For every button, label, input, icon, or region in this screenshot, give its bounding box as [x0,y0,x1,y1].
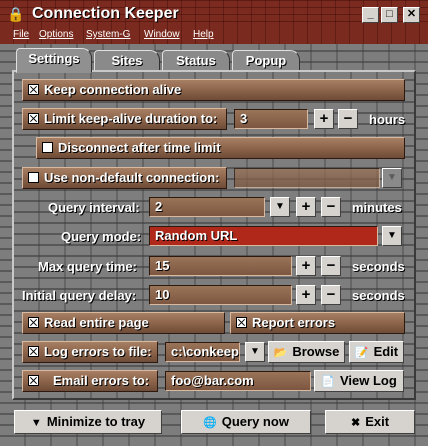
increment-hours-button[interactable]: + [314,109,334,129]
query-now-button[interactable]: 🌐 Query now [181,410,311,434]
email-address-input[interactable]: foo@bar.com [165,371,311,391]
non-default-connection-label: Use non-default connection: [44,170,220,185]
disconnect-after-checkbox[interactable]: Disconnect after time limit [36,137,405,159]
window-title: Connection Keeper [32,5,179,22]
read-entire-page-label: Read entire page [44,315,149,330]
edit-button[interactable]: 📝 Edit [349,341,404,363]
arrow-down-icon: ▼ [30,417,42,429]
increment-delay-button[interactable]: + [296,285,316,305]
lock-icon: 🔒 [7,6,25,22]
email-errors-label: Email errors to: [53,373,150,388]
browse-label: Browse [292,344,340,359]
browse-button[interactable]: 📂 Browse [268,341,345,363]
checkbox-mark [28,113,39,124]
report-errors-checkbox[interactable]: Report errors [230,312,405,334]
keep-alive-checkbox[interactable]: Keep connection alive [22,79,405,101]
email-errors-checkbox[interactable]: Email errors to: [22,370,158,392]
delay-seconds-unit-label: seconds [352,288,405,303]
increment-max-time-button[interactable]: + [296,256,316,276]
query-interval-label: Query interval: [48,200,140,215]
keep-alive-label: Keep connection alive [44,82,182,97]
report-errors-label: Report errors [252,315,336,330]
connection-select[interactable] [234,168,380,188]
tab-sites[interactable]: Sites [94,50,160,72]
view-log-icon: 📄 [321,376,335,388]
checkbox-mark [42,142,53,153]
edit-label: Edit [373,344,399,359]
keepalive-hours-input[interactable]: 3 [234,109,308,129]
hours-unit-label: hours [369,112,406,127]
decrement-hours-button[interactable]: − [338,109,358,129]
globe-icon: 🌐 [203,417,217,429]
max-query-time-input[interactable]: 15 [149,256,292,276]
close-window-button[interactable]: ✕ [403,7,420,23]
checkbox-mark [28,172,39,183]
checkbox-mark [28,84,39,95]
maximize-window-button[interactable]: □ [381,7,398,23]
disconnect-after-label: Disconnect after time limit [58,140,221,155]
query-mode-dropdown-arrow-icon[interactable]: ▼ [382,226,402,246]
non-default-connection-checkbox[interactable]: Use non-default connection: [22,167,227,189]
seconds-unit-label: seconds [352,259,405,274]
query-interval-dropdown-arrow-icon[interactable]: ▼ [270,197,290,217]
log-file-input[interactable]: c:\conkeep [165,342,240,362]
minimize-to-tray-button[interactable]: ▼ Minimize to tray [14,410,162,434]
query-mode-label: Query mode: [61,229,142,244]
menu-system-g[interactable]: System-G [86,29,130,40]
checkbox-mark [28,317,39,328]
query-interval-input[interactable]: 2 [149,197,265,217]
exit-label: Exit [365,414,390,429]
limit-keepalive-label: Limit keep-alive duration to: [44,111,218,126]
decrement-max-time-button[interactable]: − [321,256,341,276]
checkbox-mark [28,375,39,386]
initial-delay-label: Initial query delay: [22,288,137,303]
checkbox-mark [236,317,247,328]
limit-keepalive-checkbox[interactable]: Limit keep-alive duration to: [22,108,227,130]
menu-window[interactable]: Window [144,29,180,40]
checkbox-mark [28,346,39,357]
view-log-label: View Log [339,373,397,388]
menu-options[interactable]: Options [39,29,73,40]
tab-status[interactable]: Status [162,50,230,72]
log-errors-checkbox[interactable]: Log errors to file: [22,341,158,363]
connection-dropdown-arrow-icon[interactable]: ▼ [382,168,402,188]
query-now-label: Query now [221,414,289,429]
edit-icon: 📝 [354,347,369,359]
initial-delay-input[interactable]: 10 [149,285,292,305]
menu-help[interactable]: Help [193,29,214,40]
tab-settings[interactable]: Settings [16,48,92,73]
log-errors-label: Log errors to file: [44,344,152,359]
decrement-delay-button[interactable]: − [321,285,341,305]
minimize-window-button[interactable]: _ [362,7,379,23]
folder-icon: 📂 [273,347,288,359]
decrement-interval-button[interactable]: − [321,197,341,217]
read-entire-page-checkbox[interactable]: Read entire page [22,312,225,334]
close-icon: ✖ [350,417,361,429]
exit-button[interactable]: ✖ Exit [325,410,415,434]
minimize-to-tray-label: Minimize to tray [46,414,146,429]
menu-file[interactable]: File [13,29,29,40]
minutes-unit-label: minutes [352,200,402,215]
query-mode-select[interactable]: Random URL [149,226,378,246]
log-file-dropdown-arrow-icon[interactable]: ▼ [245,342,265,362]
tab-popup[interactable]: Popup [232,50,300,72]
view-log-button[interactable]: 📄 View Log [314,370,404,392]
increment-interval-button[interactable]: + [296,197,316,217]
max-query-time-label: Max query time: [38,259,137,274]
